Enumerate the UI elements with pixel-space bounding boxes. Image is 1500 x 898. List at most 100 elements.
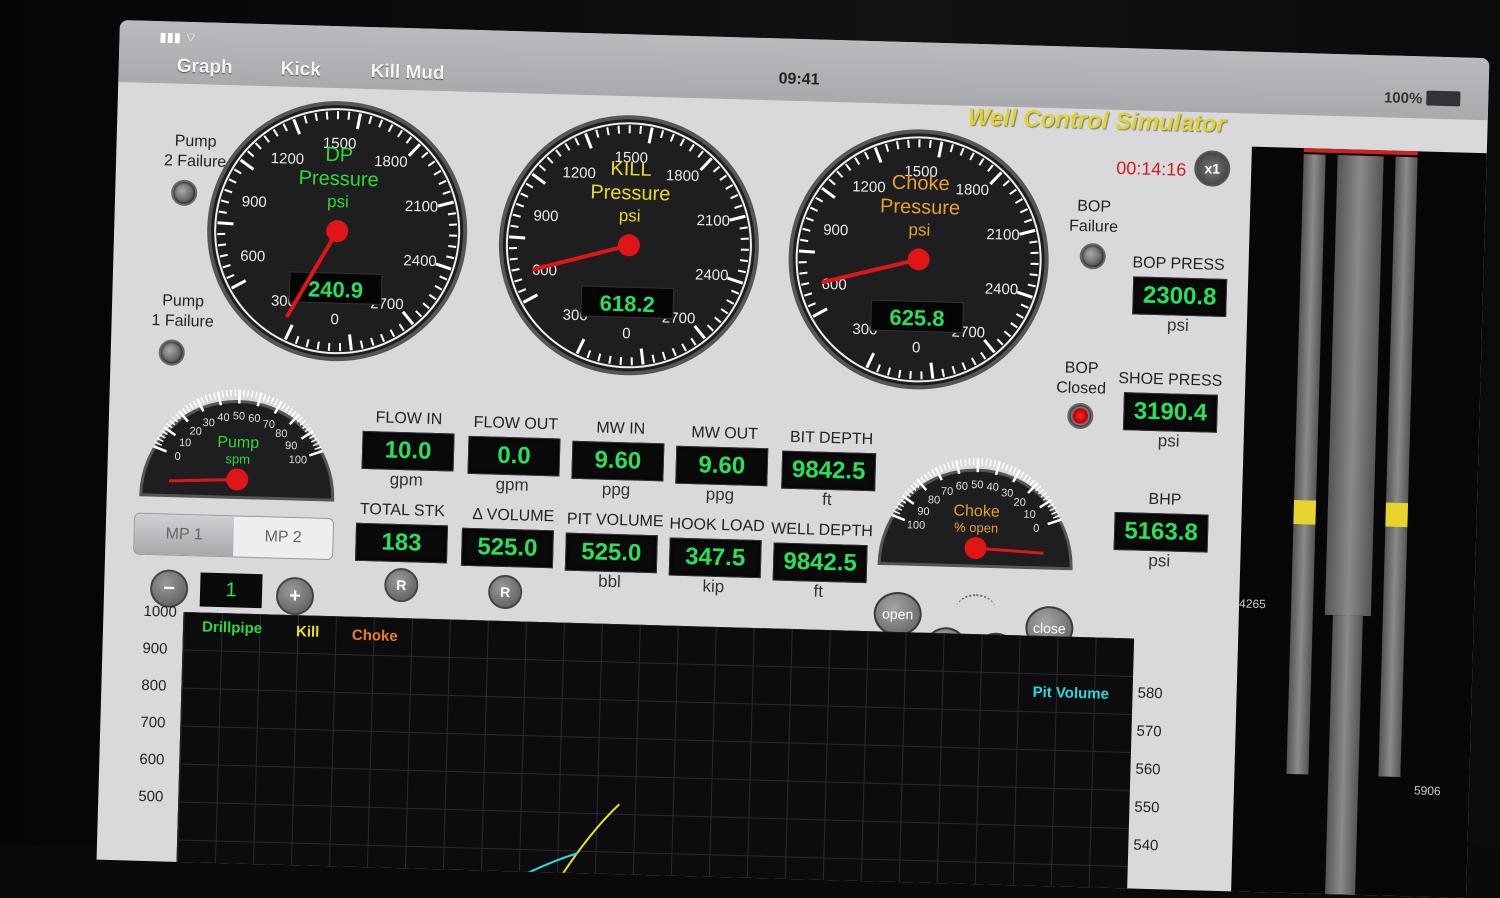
kill-tick xyxy=(631,357,632,365)
y-right-tick: 560 xyxy=(1135,761,1160,779)
bop-failure-label: BOP Failure xyxy=(1058,196,1129,238)
sim-timer: 00:14:16 xyxy=(1116,158,1187,181)
dp-title-3: psi xyxy=(327,192,349,212)
dp-scale-label: 900 xyxy=(242,193,267,211)
dp-scale-label: 0 xyxy=(330,311,339,328)
mp1-tab[interactable]: MP 1 xyxy=(134,514,234,557)
grid-line-v xyxy=(937,633,944,893)
grid-line-v xyxy=(1089,637,1096,897)
pump-tick xyxy=(172,417,177,422)
dp-tick xyxy=(329,343,330,351)
mw-out-unit: ppg xyxy=(675,484,766,507)
grid-line-v xyxy=(709,627,716,887)
mud-pump-selector[interactable]: MP 1 MP 2 xyxy=(133,513,334,561)
choke-tick xyxy=(800,240,808,241)
choke-open-scale-label: 0 xyxy=(1033,523,1039,535)
flow-out-unit: gpm xyxy=(467,474,558,497)
pit-volume-unit: bbl xyxy=(564,571,655,594)
plus-button[interactable]: + xyxy=(275,577,314,616)
pump-tick xyxy=(222,391,224,398)
grid-line-h xyxy=(183,650,1133,677)
choke-open-tick xyxy=(1041,493,1047,498)
grid-line-v xyxy=(747,628,754,888)
reset-strokes-button[interactable]: R xyxy=(384,568,419,603)
grid-line-v xyxy=(291,615,298,875)
pump-tick xyxy=(231,390,232,397)
pump-tick xyxy=(263,394,265,401)
choke-open-tick xyxy=(986,459,987,466)
dp-readout: 240.9 xyxy=(308,276,364,303)
pump-tick xyxy=(209,394,212,401)
kill-scale-label: 1200 xyxy=(562,164,596,182)
choke-scale-label: 900 xyxy=(823,222,848,240)
choke-tick xyxy=(1029,241,1037,243)
hook-load-label: HOOK LOAD xyxy=(662,515,772,536)
bop-press-label: BOP PRESS xyxy=(1123,254,1233,275)
choke-open-tick xyxy=(952,461,954,468)
pump2-failure-indicator[interactable] xyxy=(171,180,198,207)
nav-graph-button[interactable]: Graph xyxy=(176,56,233,80)
total-stk-label: TOTAL STK xyxy=(352,501,452,522)
choke-open-tick xyxy=(924,474,928,480)
y-left-tick: 800 xyxy=(141,677,166,695)
total-stk-value: 183 xyxy=(355,523,448,564)
bhp-unit: psi xyxy=(1113,550,1206,573)
dp-tick xyxy=(217,234,225,235)
reset-volume-button[interactable]: R xyxy=(488,575,523,610)
choke-open-tick xyxy=(990,459,991,466)
choke-open-scale-label: 20 xyxy=(1013,497,1026,509)
choke-open-button[interactable]: open xyxy=(873,591,922,636)
graph-grid xyxy=(177,612,1134,898)
well-depth-value: 9842.5 xyxy=(773,542,868,583)
mp2-tab[interactable]: MP 2 xyxy=(233,516,333,559)
pump-scale-label: 20 xyxy=(189,426,202,438)
pump-tick xyxy=(275,399,278,405)
nav-kill-mud-button[interactable]: Kill Mud xyxy=(370,61,444,85)
choke-rate-knob[interactable] xyxy=(955,594,996,627)
bit-depth-value: 9842.5 xyxy=(781,451,876,492)
pump-tick xyxy=(248,390,249,397)
kick-marker-left xyxy=(1293,500,1316,525)
choke-open-scale-label: 60 xyxy=(956,480,969,492)
bop-failure-indicator[interactable] xyxy=(1079,243,1106,270)
grid-line-v xyxy=(177,612,184,872)
status-time: 09:41 xyxy=(778,70,819,89)
dp-scale-label: 2400 xyxy=(403,252,437,270)
grid-line-v xyxy=(253,614,260,874)
choke-title-2: Pressure xyxy=(880,195,961,219)
grid-line-h xyxy=(181,726,1131,753)
grid-line-v xyxy=(595,624,602,884)
pump-spm-gauge: 0102030405060708090100Pumpspm xyxy=(135,373,343,509)
y-left-tick: 1000 xyxy=(143,603,177,621)
grid-line-v xyxy=(975,634,982,894)
dp-title-2: Pressure xyxy=(298,167,379,191)
pump-tick xyxy=(256,392,258,399)
y-left-tick: 900 xyxy=(142,640,167,658)
nav-kick-button[interactable]: Kick xyxy=(280,59,321,82)
kill-tick xyxy=(609,356,610,364)
pump2-failure-label: Pump 2 Failure xyxy=(150,131,241,173)
grid-line-v xyxy=(1013,635,1020,895)
kill-title-2: Pressure xyxy=(590,181,671,205)
trend-graph: Drillpipe Kill Choke Pit Volume xyxy=(176,612,1134,898)
choke-open-tick xyxy=(908,489,914,494)
y-right-tick: 570 xyxy=(1136,723,1161,741)
pump-tick xyxy=(300,420,305,425)
dp-tick xyxy=(448,246,456,247)
kill-tick xyxy=(640,126,641,134)
drill-collar xyxy=(1324,615,1362,898)
pump-scale-label: 70 xyxy=(263,419,276,431)
choke-open-tick xyxy=(948,463,951,470)
flow-out-value: 0.0 xyxy=(467,436,560,477)
pump1-failure-indicator[interactable] xyxy=(158,339,185,366)
choke-scale-label: 2400 xyxy=(985,280,1019,298)
speed-button[interactable]: x1 xyxy=(1194,150,1231,187)
choke-open-tick xyxy=(1036,486,1041,491)
choke-readout: 625.8 xyxy=(889,305,945,332)
bop-closed-indicator[interactable] xyxy=(1067,403,1094,430)
choke-open-tick xyxy=(921,477,926,483)
mw-in-label: MW IN xyxy=(571,419,671,440)
bop-press-unit: psi xyxy=(1132,314,1225,337)
choke-tick xyxy=(908,140,909,148)
kill-tick xyxy=(510,226,518,227)
